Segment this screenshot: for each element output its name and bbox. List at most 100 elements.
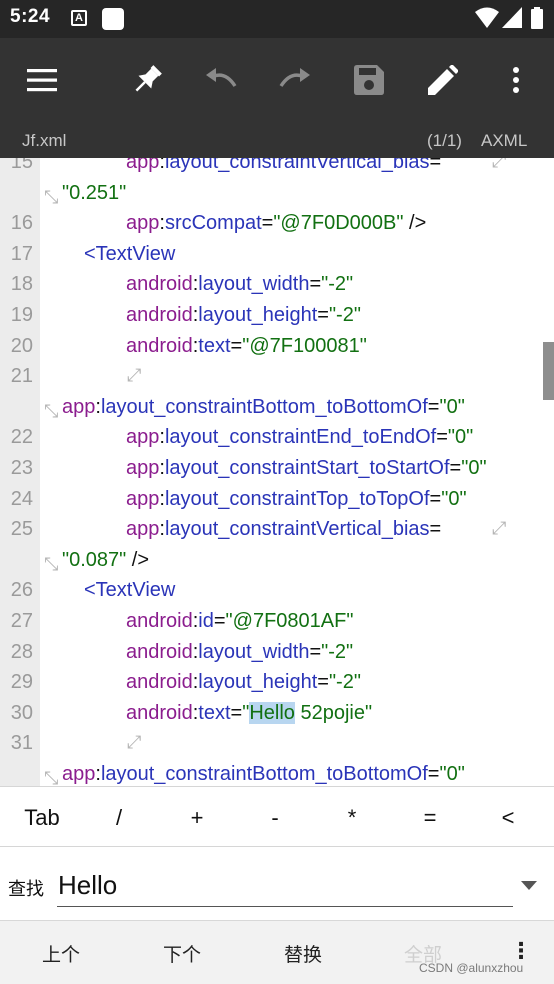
xml-equals: = — [449, 457, 462, 479]
xml-value: "-2" — [321, 273, 354, 296]
code-line[interactable]: 24 app:layout_constraintTop_toTopOf="0" — [0, 485, 554, 516]
xml-value: 52pojie" — [294, 701, 373, 724]
code-text: <TextView — [84, 579, 175, 602]
code-line[interactable]: 20 android:text="@7F100081" — [0, 332, 554, 363]
line-number: 15 — [10, 158, 33, 173]
xml-equals: = — [213, 610, 226, 632]
more-options-button[interactable] — [486, 38, 546, 122]
line-number: 21 — [10, 365, 33, 388]
code-text: app:srcCompat="@7F0D000B" /> — [126, 212, 426, 235]
code-text: app:layout_constraintVertical_bias= — [126, 518, 441, 541]
line-number: 22 — [10, 426, 33, 449]
xml-value: "0.251" — [62, 181, 127, 204]
code-line[interactable]: 30 android:text="Hello 52pojie" — [0, 699, 554, 730]
xml-attribute: layout_constraintBottom_toBottomOf — [100, 395, 428, 418]
line-number: 25 — [10, 518, 33, 541]
symbol-tab-key[interactable]: Tab — [12, 805, 72, 831]
code-line[interactable]: 19 android:layout_height="-2" — [0, 301, 554, 332]
xml-value: "0" — [461, 457, 487, 479]
xml-namespace: android — [126, 334, 193, 357]
find-next-button[interactable]: 下个 — [132, 940, 232, 967]
code-line[interactable]: 21 ⤢ — [0, 362, 554, 393]
find-history-dropdown-icon[interactable] — [521, 881, 537, 890]
status-bar: 5:24 A — [0, 0, 554, 38]
code-line[interactable]: 31 ⤢ — [0, 729, 554, 760]
notification-square-icon — [102, 8, 124, 30]
save-icon — [354, 65, 384, 95]
code-line[interactable]: 28 android:layout_width="-2" — [0, 638, 554, 669]
find-previous-button[interactable]: 上个 — [11, 940, 111, 967]
redo-button[interactable] — [265, 38, 325, 122]
symbol-asterisk-key[interactable]: * — [322, 805, 382, 831]
editor-toolbar — [0, 38, 554, 168]
code-line[interactable]: 27 android:id="@7F0801AF" — [0, 607, 554, 638]
xml-equals: = — [309, 273, 322, 296]
csdn-watermark: CSDN @alunxzhou — [419, 961, 524, 975]
xml-equals: = — [317, 671, 329, 694]
xml-attribute: layout_height — [198, 304, 318, 326]
xml-namespace: app — [126, 487, 160, 510]
find-input[interactable] — [57, 865, 513, 907]
edit-button[interactable] — [413, 38, 473, 122]
code-text: android:layout_width="-2" — [126, 273, 353, 296]
menu-button[interactable] — [13, 38, 73, 122]
file-name[interactable]: Jf.xml — [22, 131, 66, 151]
xml-equals: = — [429, 518, 442, 541]
code-line[interactable]: 15 app:layout_constraintVertical_bias= ⤢ — [0, 158, 554, 179]
wrap-continue-icon: ⤡ — [44, 553, 59, 574]
code-line[interactable]: 17 <TextView — [0, 240, 554, 271]
save-button[interactable] — [339, 38, 399, 122]
code-line[interactable]: ⤡ app:layout_constraintBottom_toBottomOf=… — [0, 760, 554, 786]
symbol-minus-key[interactable]: - — [245, 805, 305, 831]
code-line[interactable]: ⤡ app:layout_constraintBottom_toBottomOf=… — [0, 393, 554, 424]
line-number: 26 — [10, 579, 33, 602]
symbol-less-than-key[interactable]: < — [478, 805, 538, 831]
xml-value: "0.087" — [62, 548, 127, 571]
undo-button[interactable] — [191, 38, 251, 122]
replace-button[interactable]: 替换 — [253, 940, 353, 967]
xml-value: "0" — [447, 426, 474, 449]
xml-equals: = — [429, 158, 442, 173]
symbol-equals-key[interactable]: = — [400, 805, 460, 831]
code-editor[interactable]: 15 app:layout_constraintVertical_bias= ⤢ ⤡ "… — [0, 158, 554, 786]
wrap-marker-icon: ⤢ — [492, 518, 507, 539]
code-line[interactable]: ⤡ "0.087" /> — [0, 546, 554, 577]
wrap-continue-icon: ⤡ — [44, 400, 59, 421]
xml-tag: <TextView — [84, 242, 176, 265]
symbol-slash-key[interactable]: / — [89, 805, 149, 831]
redo-icon — [279, 68, 310, 87]
xml-value: "-2" — [328, 671, 361, 694]
xml-attribute: layout_height — [198, 671, 318, 694]
battery-icon — [531, 7, 543, 29]
xml-value: "0" — [441, 487, 467, 510]
xml-equals: = — [230, 701, 243, 724]
code-line[interactable]: 16 app:srcCompat="@7F0D000B" /> — [0, 209, 554, 240]
xml-namespace: android — [126, 701, 193, 724]
line-number: 27 — [10, 610, 33, 632]
xml-tag-close: /> — [126, 548, 150, 571]
symbol-plus-key[interactable]: + — [167, 805, 227, 831]
xml-value: "@7F0801AF" — [225, 610, 354, 632]
xml-attribute: layout_constraintTop_toTopOf — [164, 487, 430, 510]
code-line[interactable]: 18 android:layout_width="-2" — [0, 270, 554, 301]
xml-attribute: layout_constraintVertical_bias — [164, 158, 430, 173]
code-text: "0.251" — [62, 182, 126, 205]
code-line[interactable]: 26 <TextView — [0, 576, 554, 607]
notification-a-icon: A — [71, 10, 87, 26]
xml-equals: = — [317, 304, 329, 326]
xml-namespace: android — [126, 671, 193, 694]
code-line[interactable]: 23 app:layout_constraintStart_toStartOf="… — [0, 454, 554, 485]
code-line[interactable]: 29 android:layout_height="-2" — [0, 668, 554, 699]
code-line[interactable]: 25 app:layout_constraintVertical_bias= ⤢ — [0, 515, 554, 546]
xml-value: "-2" — [321, 640, 354, 663]
editor-scrollbar[interactable] — [543, 342, 554, 400]
code-line[interactable]: 22 app:layout_constraintEnd_toEndOf="0" — [0, 423, 554, 454]
code-line[interactable]: ⤡ "0.251" — [0, 179, 554, 210]
wrap-marker-icon: ⤢ — [492, 158, 507, 171]
code-text: app:layout_constraintStart_toStartOf="0" — [126, 457, 487, 480]
line-number: 17 — [10, 242, 33, 265]
xml-namespace: app — [126, 426, 160, 449]
pin-button[interactable] — [117, 38, 177, 122]
xml-namespace: android — [126, 640, 193, 663]
line-number: 31 — [10, 732, 33, 755]
